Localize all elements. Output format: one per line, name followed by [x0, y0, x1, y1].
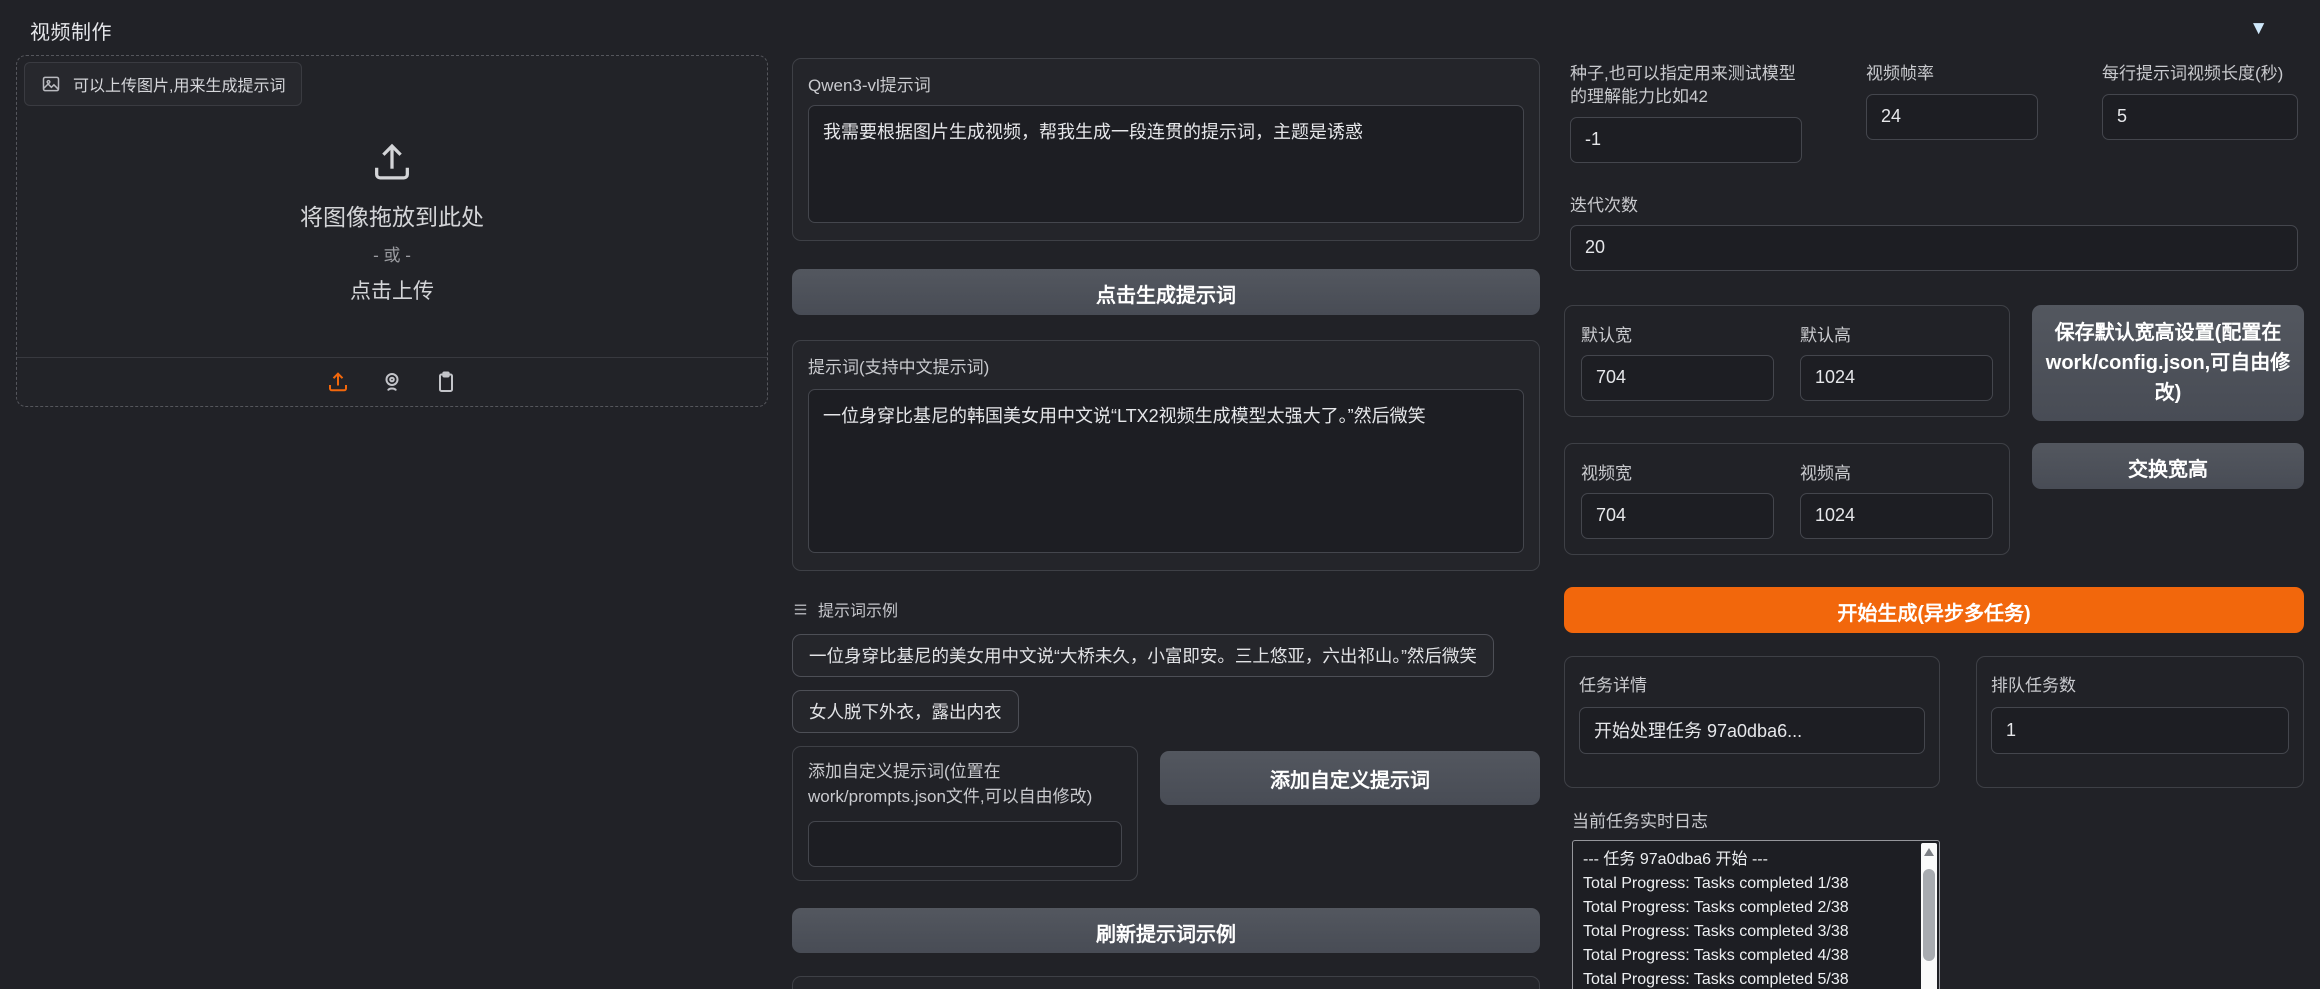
start-generation-button[interactable]: 开始生成(异步多任务) [1564, 587, 2304, 633]
qwen-prompt-label: Qwen3-vl提示词 [808, 71, 1524, 96]
seed-label: 种子,也可以指定用来测试模型的理解能力比如42 [1570, 63, 1802, 109]
drop-text-click[interactable]: 点击上传 [350, 275, 434, 305]
custom-prompt-row: 添加自定义提示词(位置在 work/prompts.json文件,可以自由修改)… [792, 746, 1540, 881]
iterations-field: 迭代次数 [1564, 191, 2304, 271]
main-content: 可以上传图片,用来生成提示词 将图像拖放到此处 - 或 - 点击上传 [0, 55, 2320, 989]
clipboard-source-button[interactable] [434, 370, 458, 394]
default-height-label: 默认高 [1800, 326, 1851, 345]
duration-label: 每行提示词视频长度(秒) [2102, 63, 2298, 86]
settings-column: 种子,也可以指定用来测试模型的理解能力比如42 视频帧率 每行提示词视频长度(秒… [1564, 63, 2304, 989]
custom-prompt-label: 添加自定义提示词(位置在 work/prompts.json文件,可以自由修改) [808, 760, 1122, 809]
duration-field: 每行提示词视频长度(秒) [2102, 63, 2298, 163]
task-detail-group: 任务详情 [1564, 656, 1940, 788]
qwen-prompt-panel: Qwen3-vl提示词 [792, 58, 1540, 241]
log-line: Total Progress: Tasks completed 5/38 [1583, 968, 1913, 989]
task-detail-input[interactable] [1579, 707, 1925, 754]
save-defaults-button[interactable]: 保存默认宽高设置(配置在 work/config.json,可自由修改) [2032, 305, 2304, 421]
prompt-textarea[interactable] [808, 389, 1524, 553]
negative-prompt-panel: 负面提示词 [792, 976, 1540, 989]
upload-icon [369, 139, 415, 185]
example-chip[interactable]: 女人脱下外衣，露出内衣 [792, 690, 1019, 733]
scroll-up-arrow-icon[interactable] [1924, 848, 1934, 856]
image-source-toolbar [17, 358, 767, 406]
fps-label: 视频帧率 [1866, 63, 2038, 86]
dropdown-arrow-icon[interactable]: ▼ [2249, 18, 2268, 40]
examples-label: 提示词示例 [818, 597, 898, 621]
image-icon [41, 74, 61, 94]
image-dropzone[interactable]: 可以上传图片,用来生成提示词 将图像拖放到此处 - 或 - 点击上传 [16, 55, 768, 407]
upload-hint-text: 可以上传图片,用来生成提示词 [73, 72, 285, 96]
scrollbar-thumb[interactable] [1923, 869, 1935, 961]
iterations-input[interactable] [1570, 225, 2298, 271]
task-log-box: --- 任务 97a0dba6 开始 ---Total Progress: Ta… [1572, 840, 1940, 989]
drop-text-primary: 将图像拖放到此处 [300, 198, 484, 232]
settings-row-1: 种子,也可以指定用来测试模型的理解能力比如42 视频帧率 每行提示词视频长度(秒… [1564, 63, 2304, 163]
default-width-input[interactable] [1581, 355, 1774, 401]
drop-text-or: - 或 - [373, 241, 411, 266]
refresh-examples-button[interactable]: 刷新提示词示例 [792, 908, 1540, 953]
custom-prompt-input[interactable] [808, 821, 1122, 867]
default-width-field: 默认宽 [1581, 321, 1774, 401]
fps-input[interactable] [1866, 94, 2038, 140]
log-line: Total Progress: Tasks completed 1/38 [1583, 872, 1913, 896]
queue-count-group: 排队任务数 [1976, 656, 2304, 788]
tasks-row: 任务详情 排队任务数 [1564, 656, 2304, 788]
default-width-label: 默认宽 [1581, 326, 1632, 345]
task-detail-label: 任务详情 [1579, 671, 1925, 696]
upload-column: 可以上传图片,用来生成提示词 将图像拖放到此处 - 或 - 点击上传 [16, 55, 768, 407]
custom-prompt-group: 添加自定义提示词(位置在 work/prompts.json文件,可以自由修改) [792, 746, 1138, 881]
log-line: Total Progress: Tasks completed 3/38 [1583, 920, 1913, 944]
examples-list: 一位身穿比基尼的美女用中文说“大桥未久，小富即安。三上悠亚，六出祁山。”然后微笑… [792, 621, 1540, 733]
iterations-label: 迭代次数 [1570, 196, 1638, 215]
default-height-input[interactable] [1800, 355, 1993, 401]
prompt-label: 提示词(支持中文提示词) [808, 353, 1524, 378]
video-size-group: 视频宽 视频高 [1564, 443, 2010, 555]
seed-field: 种子,也可以指定用来测试模型的理解能力比如42 [1570, 63, 1802, 163]
add-custom-prompt-button[interactable]: 添加自定义提示词 [1160, 751, 1540, 805]
default-size-row: 默认宽 默认高 保存默认宽高设置(配置在 work/config.json,可自… [1564, 305, 2304, 421]
seed-input[interactable] [1570, 117, 1802, 163]
duration-input[interactable] [2102, 94, 2298, 140]
default-height-field: 默认高 [1800, 321, 1993, 401]
video-width-input[interactable] [1581, 493, 1774, 539]
fps-field: 视频帧率 [1866, 63, 2038, 163]
video-width-label: 视频宽 [1581, 464, 1632, 483]
list-icon [792, 601, 809, 618]
webcam-source-button[interactable] [380, 370, 404, 394]
webcam-icon [380, 370, 404, 394]
examples-header: 提示词示例 [792, 597, 1540, 621]
qwen-prompt-textarea[interactable] [808, 105, 1524, 223]
video-size-row: 视频宽 视频高 交换宽高 [1564, 443, 2304, 555]
upload-icon [326, 370, 350, 394]
video-width-field: 视频宽 [1581, 459, 1774, 539]
video-height-input[interactable] [1800, 493, 1993, 539]
log-scrollbar[interactable] [1921, 843, 1937, 989]
queue-count-input[interactable] [1991, 707, 2289, 754]
video-height-label: 视频高 [1800, 464, 1851, 483]
video-height-field: 视频高 [1800, 459, 1993, 539]
task-log-label: 当前任务实时日志 [1564, 807, 2304, 832]
upload-source-button[interactable] [326, 370, 350, 394]
log-line: Total Progress: Tasks completed 2/38 [1583, 896, 1913, 920]
task-log-lines: --- 任务 97a0dba6 开始 ---Total Progress: Ta… [1583, 848, 1913, 989]
page-header: 视频制作 ▼ [0, 0, 2320, 55]
swap-size-button[interactable]: 交换宽高 [2032, 443, 2304, 489]
page-title: 视频制作 [30, 16, 2290, 45]
example-chip[interactable]: 一位身穿比基尼的美女用中文说“大桥未久，小富即安。三上悠亚，六出祁山。”然后微笑 [792, 634, 1494, 677]
upload-hint-badge: 可以上传图片,用来生成提示词 [24, 62, 302, 106]
generate-prompt-button[interactable]: 点击生成提示词 [792, 269, 1540, 315]
prompt-panel: 提示词(支持中文提示词) [792, 340, 1540, 571]
log-line: --- 任务 97a0dba6 开始 --- [1583, 848, 1913, 872]
clipboard-icon [434, 370, 458, 394]
log-line: Total Progress: Tasks completed 4/38 [1583, 944, 1913, 968]
prompt-column: Qwen3-vl提示词 点击生成提示词 提示词(支持中文提示词) 提示词示例 一… [792, 58, 1540, 989]
default-size-group: 默认宽 默认高 [1564, 305, 2010, 417]
queue-count-label: 排队任务数 [1991, 671, 2289, 696]
